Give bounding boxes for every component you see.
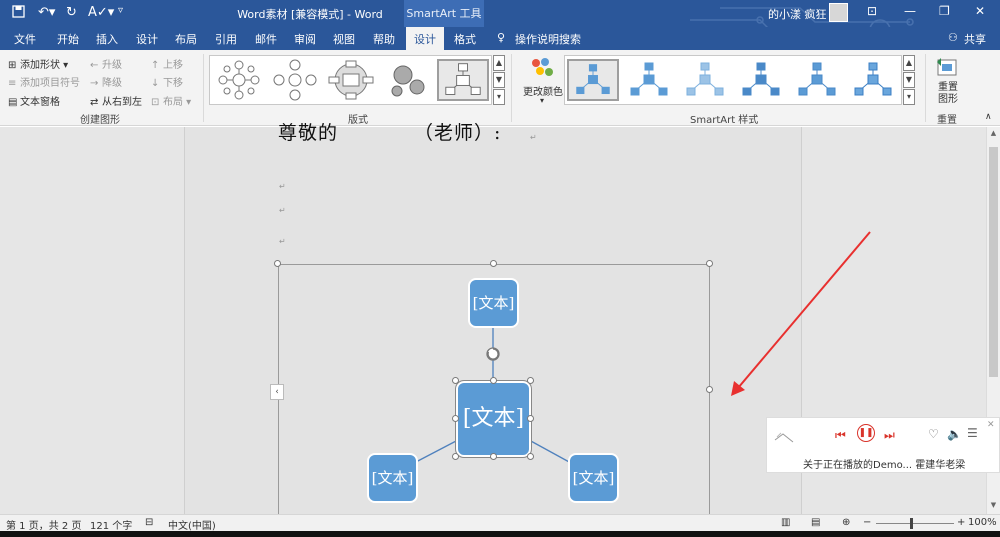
volume-icon[interactable]: 🔈 (947, 427, 962, 441)
next-track-icon[interactable]: ⏭ (884, 428, 895, 443)
previous-track-icon[interactable]: ⏮ (835, 428, 846, 443)
zoom-in-button[interactable]: + (957, 517, 965, 528)
album-art-icon (774, 432, 794, 443)
zoom-slider-thumb[interactable] (910, 518, 913, 529)
heart-icon[interactable]: ♡ (928, 427, 939, 441)
scrollbar-thumb[interactable] (989, 147, 998, 377)
zoom-slider[interactable] (876, 523, 954, 524)
read-mode-icon[interactable]: ▥ (781, 517, 790, 528)
play-pause-button[interactable]: ❚❚ (857, 424, 875, 442)
taskbar-strip (0, 531, 1000, 537)
zoom-level[interactable]: 100% (968, 517, 997, 528)
scroll-up-icon[interactable]: ▲ (987, 129, 1000, 141)
word-count[interactable]: 121 个字 (90, 517, 132, 532)
music-player-widget: ⏮ ❚❚ ⏭ ♡ 🔈 ☰ ✕ 关于正在播放的Demo... 霍建华老梁 (766, 417, 1000, 473)
print-layout-icon[interactable]: ▤ (811, 517, 820, 528)
song-title: 关于正在播放的Demo... 霍建华老梁 (803, 460, 966, 471)
scroll-down-icon[interactable]: ▼ (987, 501, 1000, 513)
proofing-icon[interactable]: ⊟ (145, 517, 153, 528)
zoom-out-button[interactable]: − (863, 517, 871, 528)
web-layout-icon[interactable]: ⊕ (842, 517, 850, 528)
status-bar: 第 1 页，共 2 页 121 个字 ⊟ 中文(中国) ▥ ▤ ⊕ − + 10… (0, 514, 1000, 532)
close-player-icon[interactable]: ✕ (987, 420, 995, 430)
language-indicator[interactable]: 中文(中国) (168, 517, 216, 532)
playlist-icon[interactable]: ☰ (967, 426, 978, 440)
page-count[interactable]: 第 1 页，共 2 页 (6, 517, 81, 532)
